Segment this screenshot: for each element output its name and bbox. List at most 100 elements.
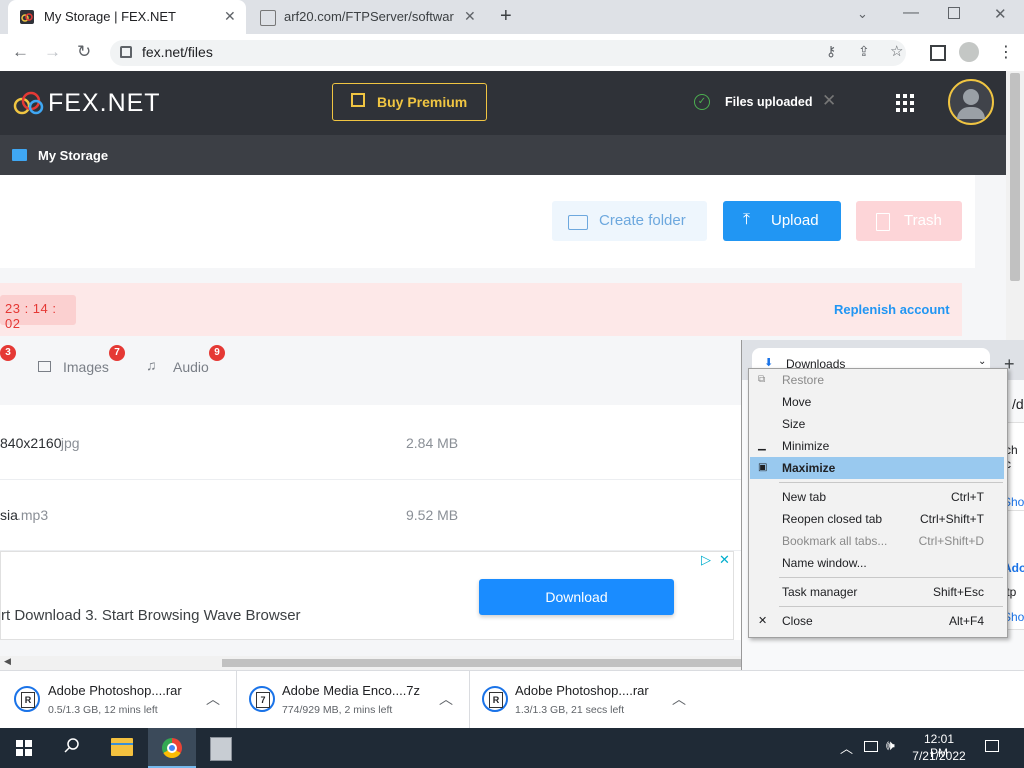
countdown-timer: 23 : 14 : 02 <box>0 295 76 331</box>
ad-banner[interactable]: ▷ ✕ rt Download 3. Start Browsing Wave B… <box>0 551 734 640</box>
menu-item-new-tab[interactable]: New tab Ctrl+T <box>750 486 1004 508</box>
download-status: 0.5/1.3 GB, 12 mins left <box>48 704 158 716</box>
volume-icon[interactable]: 🕪 <box>886 737 895 754</box>
chrome-taskbar-button[interactable] <box>148 728 196 768</box>
key-icon[interactable]: ⚷ <box>826 43 836 60</box>
tab-search-icon[interactable]: ⌄ <box>978 356 986 367</box>
browser-tab-strip: My Storage | FEX.NET ✕ arf20.com/FTPServ… <box>0 0 1024 34</box>
side-panel-icon[interactable] <box>930 45 946 61</box>
menu-item-size[interactable]: Size <box>750 413 1004 435</box>
menu-item-name-window[interactable]: Name window... <box>750 552 1004 574</box>
scroll-left-arrow-icon[interactable]: ◀ <box>4 656 11 667</box>
download-filename: Adobe Photoshop....rar <box>515 683 649 698</box>
notification-icon[interactable] <box>985 740 999 752</box>
upload-label: Upload <box>771 212 819 229</box>
ad-download-label: Download <box>545 589 608 605</box>
menu-item-minimize[interactable]: ▁ Minimize <box>750 435 1004 457</box>
music-note-icon: ♫ <box>146 357 157 373</box>
address-bar[interactable]: fex.net/files ⚷ ⇪ ☆ <box>110 40 906 66</box>
rar-file-icon: R <box>14 686 40 712</box>
replenish-account-link[interactable]: Replenish account <box>834 302 950 317</box>
download-item[interactable]: 7 Adobe Media Enco....7z 774/929 MB, 2 m… <box>237 671 470 729</box>
ad-close-icon[interactable]: ✕ <box>719 552 730 568</box>
tray-chevron-up-icon[interactable]: ︿ <box>840 738 853 757</box>
download-item[interactable]: R Adobe Photoshop....rar 0.5/1.3 GB, 12 … <box>0 671 237 729</box>
lock-icon <box>120 46 132 58</box>
ad-download-button[interactable]: Download <box>479 579 674 615</box>
fex-logo[interactable]: FEX.NET <box>12 89 162 117</box>
7z-file-icon: 7 <box>249 686 275 712</box>
tab-search-icon[interactable]: ⌄ <box>857 6 868 22</box>
chevron-up-icon[interactable]: ︿ <box>206 689 220 709</box>
app-taskbar-icon[interactable] <box>210 737 232 761</box>
create-folder-button[interactable]: Create folder <box>552 201 707 241</box>
image-icon <box>38 361 51 372</box>
back-arrow-icon[interactable]: ← <box>12 42 29 62</box>
ad-choices-icon[interactable]: ▷ <box>701 552 711 568</box>
profile-avatar-icon[interactable] <box>959 42 979 62</box>
tab-title: arf20.com/FTPServer/software/a… <box>284 9 454 24</box>
chevron-up-icon[interactable]: ︿ <box>672 689 686 709</box>
folder-icon <box>12 149 27 161</box>
menu-item-task-manager[interactable]: Task manager Shift+Esc <box>750 581 1004 603</box>
scrollbar-thumb[interactable] <box>222 659 745 667</box>
menu-label: Minimize <box>782 439 830 453</box>
menu-label: New tab <box>782 490 827 504</box>
windows-start-icon[interactable] <box>16 740 32 756</box>
menu-label: Reopen closed tab <box>782 512 883 526</box>
table-row[interactable]: sia .mp3 9.52 MB <box>0 480 745 551</box>
forward-arrow-icon[interactable]: → <box>44 42 61 62</box>
new-tab-button[interactable]: + <box>500 5 512 28</box>
close-icon: ✕ <box>758 615 768 627</box>
window-minimize-button[interactable]: — <box>903 4 919 22</box>
upload-button[interactable]: ⤒ Upload <box>723 201 841 241</box>
fex-header: FEX.NET Buy Premium ✓ Files uploaded ✕ <box>0 71 1006 135</box>
browser-menu-icon[interactable]: ⋮ <box>998 42 1014 62</box>
tab-close-icon[interactable]: ✕ <box>464 8 476 25</box>
breadcrumb[interactable]: My Storage <box>38 148 108 163</box>
bookmark-star-icon[interactable]: ☆ <box>890 42 903 60</box>
search-icon[interactable] <box>62 736 82 756</box>
tab-arf20[interactable]: arf20.com/FTPServer/software/a… ✕ <box>250 0 486 34</box>
menu-shortcut: Ctrl+Shift+D <box>918 534 984 548</box>
apps-grid-icon[interactable] <box>896 94 914 112</box>
trash-button[interactable]: Trash <box>856 201 962 241</box>
file-badge: R <box>489 692 503 708</box>
buy-premium-button[interactable]: Buy Premium <box>332 83 487 121</box>
download-filename: Adobe Media Enco....7z <box>282 683 421 698</box>
buy-premium-label: Buy Premium <box>377 94 468 110</box>
clock-date[interactable]: 7/21/2022 <box>908 749 970 763</box>
file-name: sia <box>0 507 18 523</box>
check-circle-icon: ✓ <box>694 94 710 110</box>
create-folder-label: Create folder <box>599 212 686 229</box>
tab-my-storage[interactable]: My Storage | FEX.NET ✕ <box>8 0 246 34</box>
filter-count-badge: 7 <box>109 345 125 361</box>
network-icon[interactable] <box>864 741 878 752</box>
fex-favicon-icon <box>20 10 34 24</box>
menu-item-close[interactable]: ✕ Close Alt+F4 <box>750 610 1004 632</box>
menu-item-move[interactable]: Move <box>750 391 1004 413</box>
menu-label: Task manager <box>782 585 858 599</box>
upload-arrow-icon: ⤒ <box>743 211 751 228</box>
menu-label: Restore <box>782 373 825 387</box>
table-row[interactable]: 840x2160 .jpg 2.84 MB <box>0 405 745 480</box>
user-avatar-icon[interactable] <box>948 79 994 125</box>
horizontal-scrollbar[interactable]: ◀ <box>0 656 745 670</box>
chevron-up-icon[interactable]: ︿ <box>439 689 453 709</box>
menu-label: Size <box>782 417 806 431</box>
restore-icon: ⧉ <box>758 374 766 385</box>
file-size: 9.52 MB <box>406 507 459 523</box>
menu-item-reopen-closed-tab[interactable]: Reopen closed tab Ctrl+Shift+T <box>750 508 1004 530</box>
share-icon[interactable]: ⇪ <box>858 43 870 60</box>
filter-count-badge: 9 <box>209 345 225 361</box>
scrollbar-thumb[interactable] <box>1010 73 1020 281</box>
window-close-button[interactable]: ✕ <box>994 5 1007 23</box>
menu-item-maximize[interactable]: ▣ Maximize <box>750 457 1004 479</box>
reload-icon[interactable]: ↻ <box>77 42 91 62</box>
dismiss-close-icon[interactable]: ✕ <box>822 91 836 111</box>
file-explorer-icon[interactable] <box>111 738 133 756</box>
tab-close-icon[interactable]: ✕ <box>224 8 236 25</box>
download-item[interactable]: R Adobe Photoshop....rar 1.3/1.3 GB, 21 … <box>470 671 702 729</box>
menu-label: Close <box>782 614 813 628</box>
window-restore-button[interactable] <box>948 7 960 19</box>
